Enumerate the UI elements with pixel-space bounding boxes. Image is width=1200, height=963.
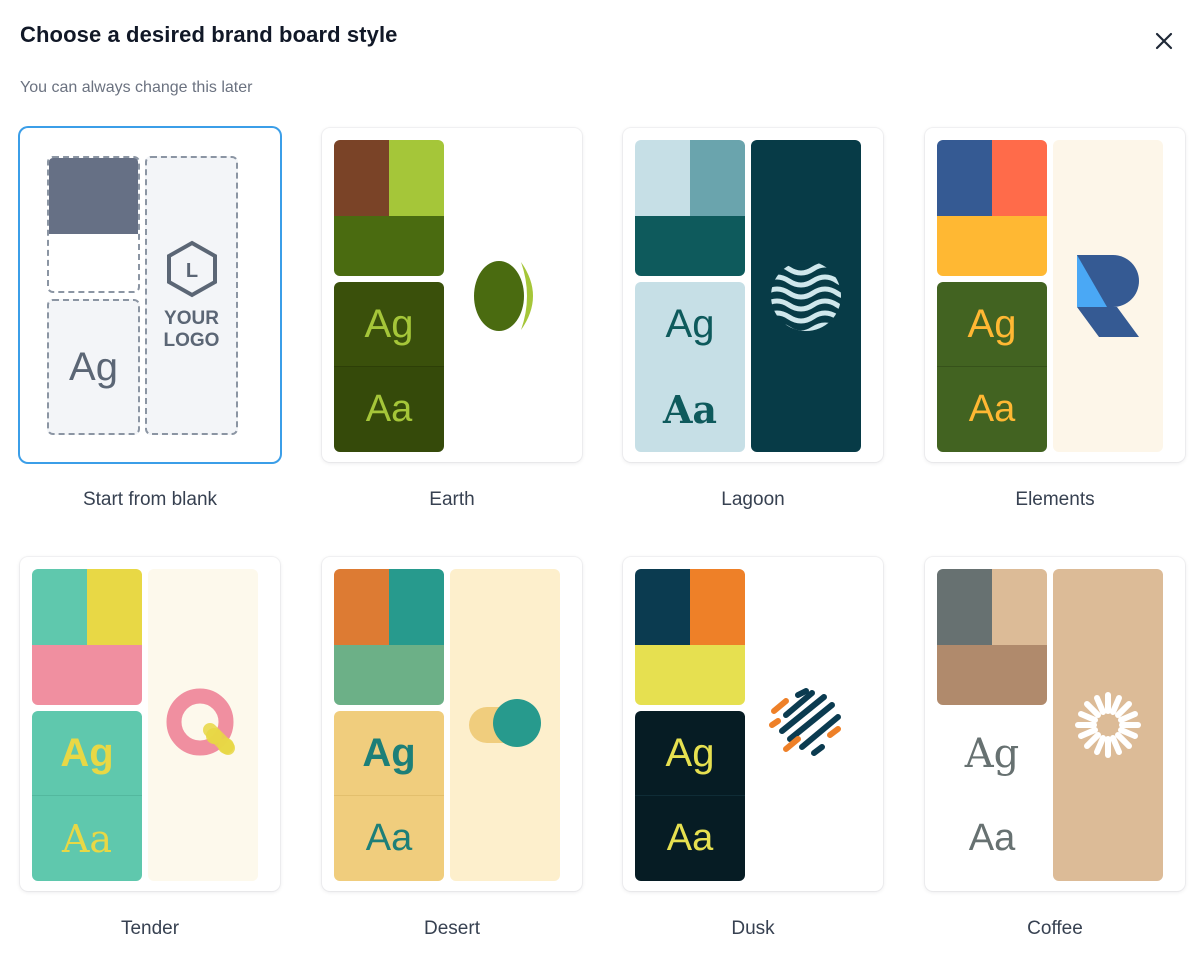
coffee-logo-panel <box>1053 569 1163 881</box>
style-label-desert[interactable]: Desert <box>322 918 582 940</box>
wave-globe-icon <box>771 261 841 331</box>
lagoon-swatches <box>635 140 745 276</box>
close-icon <box>1155 32 1173 50</box>
dusk-swatches <box>635 569 745 705</box>
lagoon-logo-panel <box>751 140 861 452</box>
type-sample-ag: Ag <box>362 730 416 775</box>
elements-type-panel: Ag Aa <box>937 282 1047 452</box>
style-card-blank[interactable]: Ag L YOUR LOGO <box>20 128 280 462</box>
q-ring-logo-icon <box>166 688 235 756</box>
earth-swatches <box>334 140 444 276</box>
sunburst-logo-icon <box>1075 692 1141 758</box>
dusk-type-panel: Ag Aa <box>635 711 745 881</box>
style-card-lagoon[interactable]: Ag Aa <box>623 128 883 462</box>
dusk-logo-panel <box>751 569 861 881</box>
style-card-dusk[interactable]: Ag Aa <box>623 557 883 891</box>
dialog-title: Choose a desired brand board style <box>20 22 398 47</box>
r-logo-icon <box>1077 255 1139 337</box>
dialog-subtitle: You can always change this later <box>20 79 253 96</box>
leaf-logo-icon <box>474 261 533 331</box>
type-sample-ag: Ag <box>69 344 118 389</box>
style-label-blank[interactable]: Start from blank <box>20 489 280 511</box>
style-label-lagoon[interactable]: Lagoon <box>623 489 883 511</box>
logo-text-line2: LOGO <box>163 329 220 351</box>
style-label-dusk[interactable]: Dusk <box>623 918 883 940</box>
tender-logo-panel <box>148 569 258 881</box>
type-sample-aa: Aa <box>365 817 413 859</box>
desert-swatches <box>334 569 444 705</box>
type-sample-aa: Aa <box>61 816 113 861</box>
tender-swatches <box>32 569 142 705</box>
logo-text-line1: YOUR <box>164 307 219 329</box>
desert-logo-panel <box>450 569 560 881</box>
diagonal-stripes-logo-icon <box>769 688 841 756</box>
logo-letter: L <box>185 260 197 282</box>
type-sample-ag: Ag <box>665 730 715 775</box>
coffee-swatches <box>937 569 1047 705</box>
style-label-coffee[interactable]: Coffee <box>925 918 1185 940</box>
pill-circle-logo-icon <box>469 699 541 747</box>
type-sample-aa: Aa <box>365 388 413 430</box>
blank-type-placeholder: Ag <box>47 299 140 435</box>
type-sample-ag: Ag <box>60 730 114 775</box>
style-card-coffee[interactable]: Ag Aa <box>925 557 1185 891</box>
style-label-elements[interactable]: Elements <box>925 489 1185 511</box>
close-button[interactable] <box>1148 25 1180 57</box>
style-label-earth[interactable]: Earth <box>322 489 582 511</box>
hexagon-logo-icon: L <box>166 240 217 297</box>
tender-type-panel: Ag Aa <box>32 711 142 881</box>
lagoon-type-panel: Ag Aa <box>635 282 745 452</box>
type-sample-aa: Aa <box>968 388 1016 430</box>
elements-swatches <box>937 140 1047 276</box>
style-card-elements[interactable]: Ag Aa <box>925 128 1185 462</box>
type-sample-aa: Aa <box>968 817 1016 859</box>
style-card-earth[interactable]: Ag Aa <box>322 128 582 462</box>
type-sample-aa: Aa <box>662 387 718 432</box>
style-label-tender[interactable]: Tender <box>20 918 280 940</box>
blank-swatch-placeholder <box>47 156 140 293</box>
type-sample-ag: Ag <box>364 301 414 346</box>
type-sample-ag: Ag <box>967 301 1017 346</box>
style-card-desert[interactable]: Ag Aa <box>322 557 582 891</box>
style-card-tender[interactable]: Ag Aa <box>20 557 280 891</box>
elements-logo-panel <box>1053 140 1163 452</box>
earth-type-panel: Ag Aa <box>334 282 444 452</box>
coffee-type-panel: Ag Aa <box>937 711 1047 881</box>
type-sample-ag: Ag <box>964 730 1020 777</box>
earth-logo-panel <box>450 140 560 452</box>
blank-logo-placeholder: L YOUR LOGO <box>145 156 238 435</box>
type-sample-aa: Aa <box>666 817 714 859</box>
type-sample-ag: Ag <box>665 302 715 346</box>
desert-type-panel: Ag Aa <box>334 711 444 881</box>
